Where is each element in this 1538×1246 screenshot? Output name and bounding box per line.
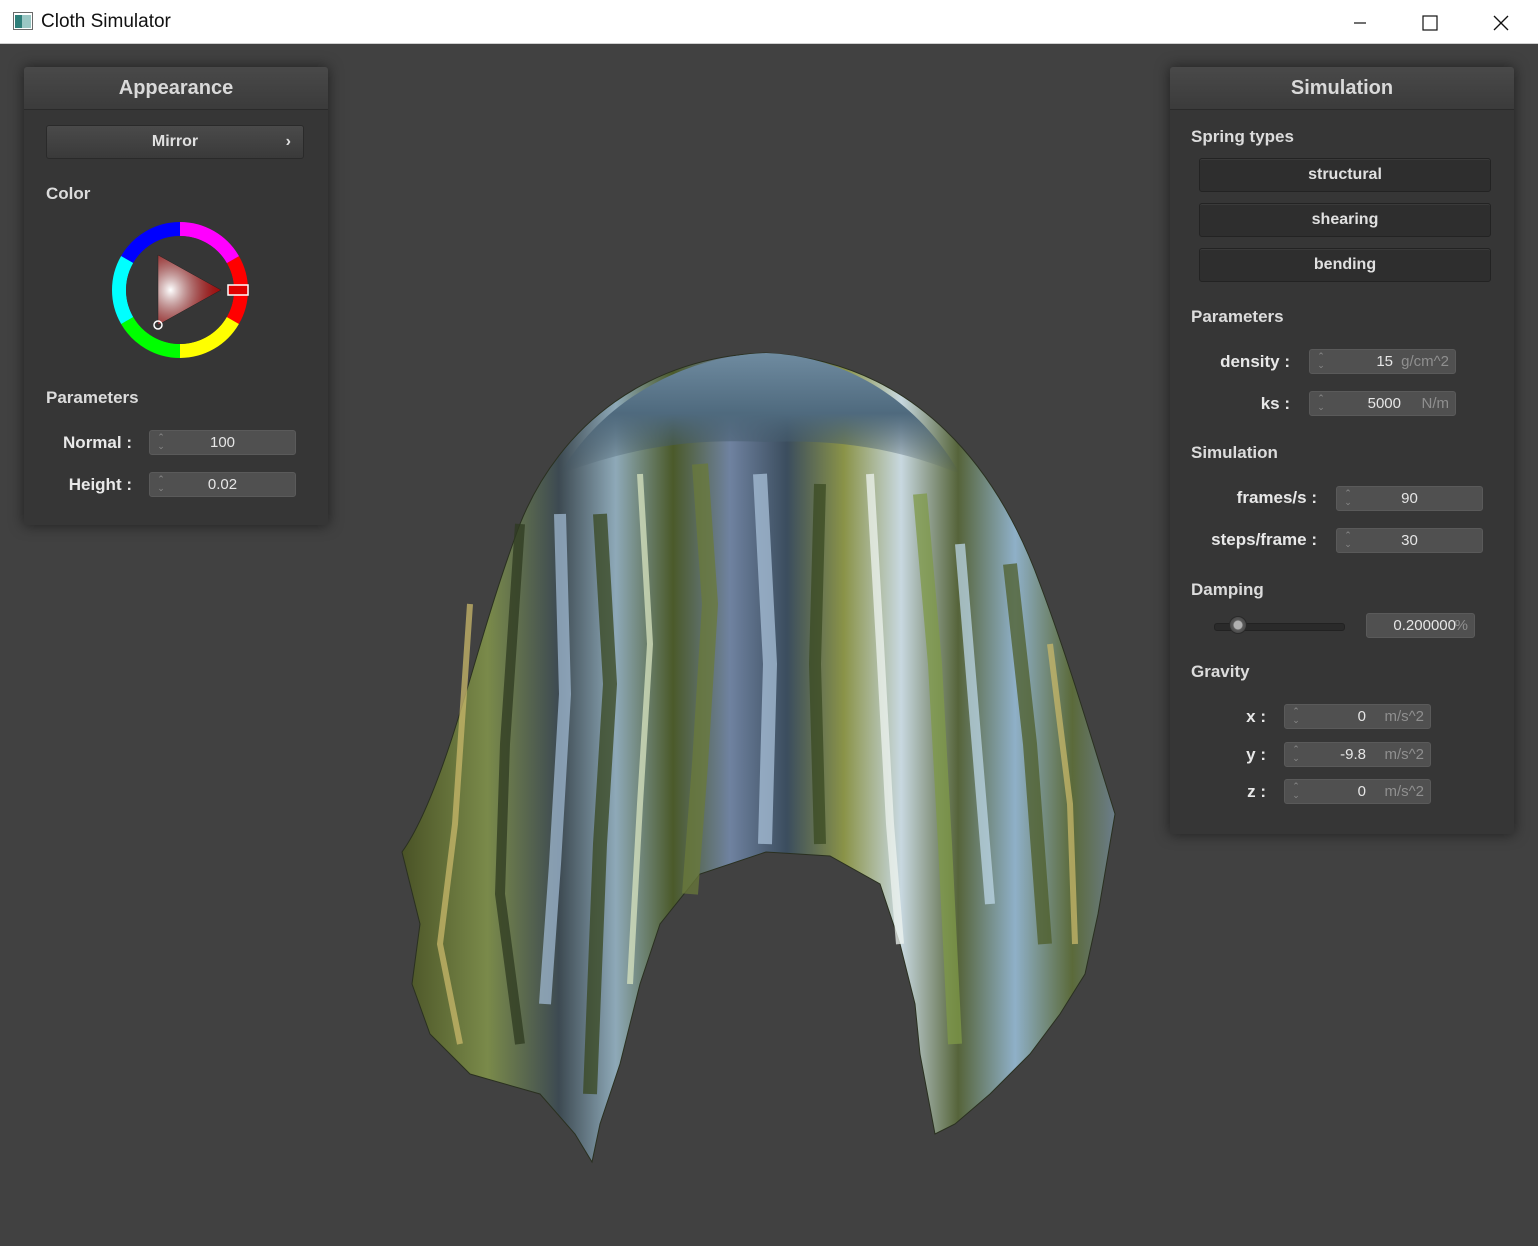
spinner-arrows-icon[interactable]: ⌃ ⌄ — [1316, 394, 1326, 414]
maximize-button[interactable] — [1396, 0, 1466, 44]
shader-select-label: Mirror — [151, 133, 199, 150]
simulation-header: Simulation — [1170, 67, 1514, 110]
appearance-header: Appearance — [24, 67, 328, 110]
color-label: Color — [46, 184, 91, 203]
gravity-x-label: x : — [1246, 707, 1266, 726]
close-icon — [1493, 15, 1509, 31]
gravity-x-input[interactable]: ⌃ ⌄ 0 m/s^2 — [1284, 704, 1431, 729]
gravity-x-value: 0 — [1357, 708, 1366, 725]
steps-value: 30 — [1401, 532, 1418, 549]
shearing-toggle[interactable]: shearing — [1199, 203, 1491, 237]
spinner-arrows-icon[interactable]: ⌃ ⌄ — [1291, 707, 1301, 727]
hue-marker[interactable] — [227, 284, 249, 296]
close-button[interactable] — [1467, 0, 1537, 44]
shader-select-button[interactable]: Mirror › — [46, 125, 304, 159]
density-label: density : — [1220, 352, 1290, 371]
steps-label: steps/frame : — [1211, 530, 1317, 549]
height-label: Height : — [68, 475, 132, 494]
spinner-arrows-icon[interactable]: ⌃ ⌄ — [1291, 745, 1301, 765]
fps-label: frames/s : — [1236, 488, 1317, 507]
ks-input[interactable]: ⌃ ⌄ 5000 N/m — [1309, 391, 1456, 416]
appearance-panel: Appearance Mirror › Color Parameters Nor… — [24, 67, 328, 525]
gravity-z-input[interactable]: ⌃ ⌄ 0 m/s^2 — [1284, 779, 1431, 804]
damping-value: 0.200000 — [1393, 617, 1456, 634]
color-wheel[interactable] — [110, 220, 250, 360]
height-input[interactable]: ⌃ ⌄ 0.02 — [149, 472, 296, 497]
damping-slider-handle[interactable] — [1229, 616, 1247, 634]
gravity-x-unit: m/s^2 — [1384, 708, 1424, 725]
density-value: 15 — [1376, 353, 1393, 370]
minimize-icon — [1354, 22, 1366, 24]
gravity-y-value: -9.8 — [1340, 746, 1366, 763]
gravity-label: Gravity — [1191, 662, 1250, 681]
ks-unit: N/m — [1421, 395, 1450, 412]
app-icon — [13, 12, 33, 30]
simulation-section-label: Simulation — [1191, 443, 1278, 462]
gravity-y-label: y : — [1246, 745, 1266, 764]
chevron-right-icon: › — [285, 133, 291, 150]
ks-value: 5000 — [1367, 395, 1401, 412]
density-input[interactable]: ⌃ ⌄ 15 g/cm^2 — [1309, 349, 1456, 374]
simulation-parameters-label: Parameters — [1191, 307, 1284, 326]
normal-value: 100 — [209, 434, 236, 451]
spinner-arrows-icon[interactable]: ⌃ ⌄ — [1316, 352, 1326, 372]
window-title: Cloth Simulator — [41, 11, 171, 32]
gravity-z-unit: m/s^2 — [1384, 783, 1424, 800]
appearance-parameters-label: Parameters — [46, 388, 139, 407]
damping-input[interactable]: 0.200000 % — [1366, 613, 1475, 638]
simulation-panel: Simulation Spring types structural shear… — [1170, 67, 1514, 834]
fps-value: 90 — [1401, 490, 1418, 507]
maximize-icon — [1422, 15, 1438, 31]
density-unit: g/cm^2 — [1401, 353, 1449, 370]
gravity-z-value: 0 — [1357, 783, 1366, 800]
normal-label: Normal : — [63, 433, 132, 452]
damping-unit: % — [1454, 617, 1468, 634]
damping-label: Damping — [1191, 580, 1264, 599]
gravity-y-input[interactable]: ⌃ ⌄ -9.8 m/s^2 — [1284, 742, 1431, 767]
height-value: 0.02 — [207, 476, 238, 493]
spinner-arrows-icon[interactable]: ⌃ ⌄ — [1291, 782, 1301, 802]
fps-input[interactable]: ⌃ ⌄ 90 — [1336, 486, 1483, 511]
gravity-z-label: z : — [1247, 782, 1266, 801]
ks-label: ks : — [1260, 394, 1290, 413]
normal-input[interactable]: ⌃ ⌄ 100 — [149, 430, 296, 455]
spring-types-label: Spring types — [1191, 127, 1294, 146]
structural-toggle[interactable]: structural — [1199, 158, 1491, 192]
gravity-y-unit: m/s^2 — [1384, 746, 1424, 763]
title-bar: Cloth Simulator — [0, 0, 1538, 44]
minimize-button[interactable] — [1326, 0, 1396, 44]
bending-toggle[interactable]: bending — [1199, 248, 1491, 282]
steps-input[interactable]: ⌃ ⌄ 30 — [1336, 528, 1483, 553]
